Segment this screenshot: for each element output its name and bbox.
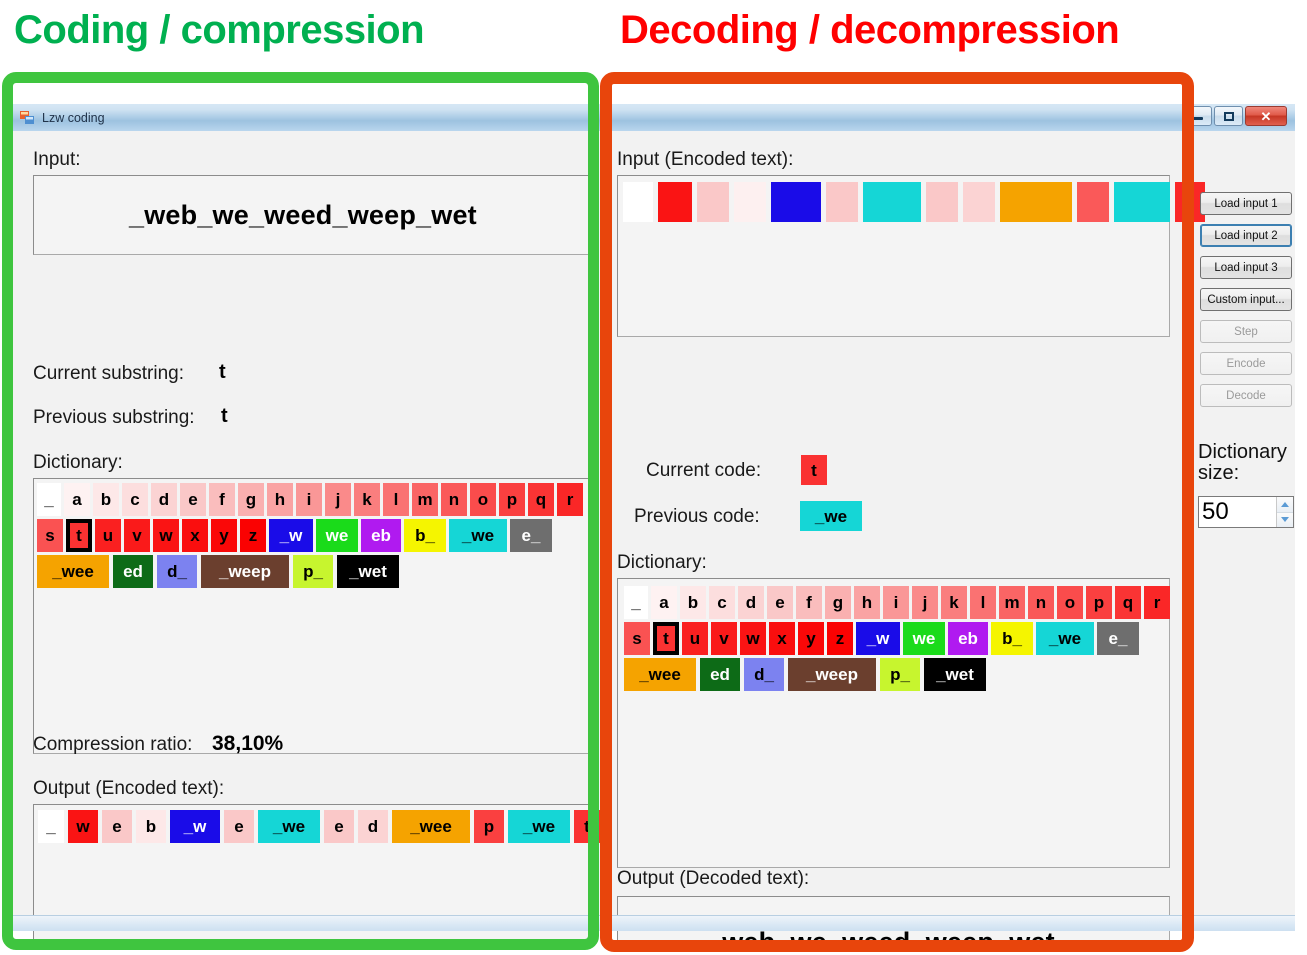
coding-annotation-frame — [2, 72, 599, 950]
window-controls: ✕ — [1183, 106, 1287, 126]
decoding-heading: Decoding / decompression — [620, 8, 1120, 52]
decoding-annotation-frame — [600, 72, 1194, 952]
custom-input-button[interactable]: Custom input... — [1200, 288, 1292, 311]
close-button[interactable]: ✕ — [1245, 106, 1287, 126]
maximize-button[interactable] — [1214, 106, 1243, 126]
chevron-down-icon — [1281, 517, 1289, 523]
dictionary-size-value: 50 — [1202, 498, 1229, 525]
dictionary-size-spinner[interactable]: 50 — [1198, 496, 1294, 528]
maximize-icon — [1223, 111, 1234, 121]
spinner-arrows[interactable] — [1276, 497, 1293, 527]
load-input-2-button[interactable]: Load input 2 — [1200, 224, 1292, 247]
spinner-up-button[interactable] — [1277, 497, 1293, 513]
coding-heading: Coding / compression — [14, 8, 425, 52]
chevron-up-icon — [1281, 501, 1289, 507]
step-button[interactable]: Step — [1200, 320, 1292, 343]
encode-button[interactable]: Encode — [1200, 352, 1292, 375]
sidebar-toolbar: Load input 1 Load input 2 Load input 3 C… — [1194, 180, 1295, 940]
load-input-1-button[interactable]: Load input 1 — [1200, 192, 1292, 215]
load-input-3-button[interactable]: Load input 3 — [1200, 256, 1292, 279]
decode-button[interactable]: Decode — [1200, 384, 1292, 407]
dictionary-size-label: Dictionary size: — [1198, 441, 1287, 485]
spinner-down-button[interactable] — [1277, 512, 1293, 527]
close-icon: ✕ — [1260, 108, 1272, 124]
